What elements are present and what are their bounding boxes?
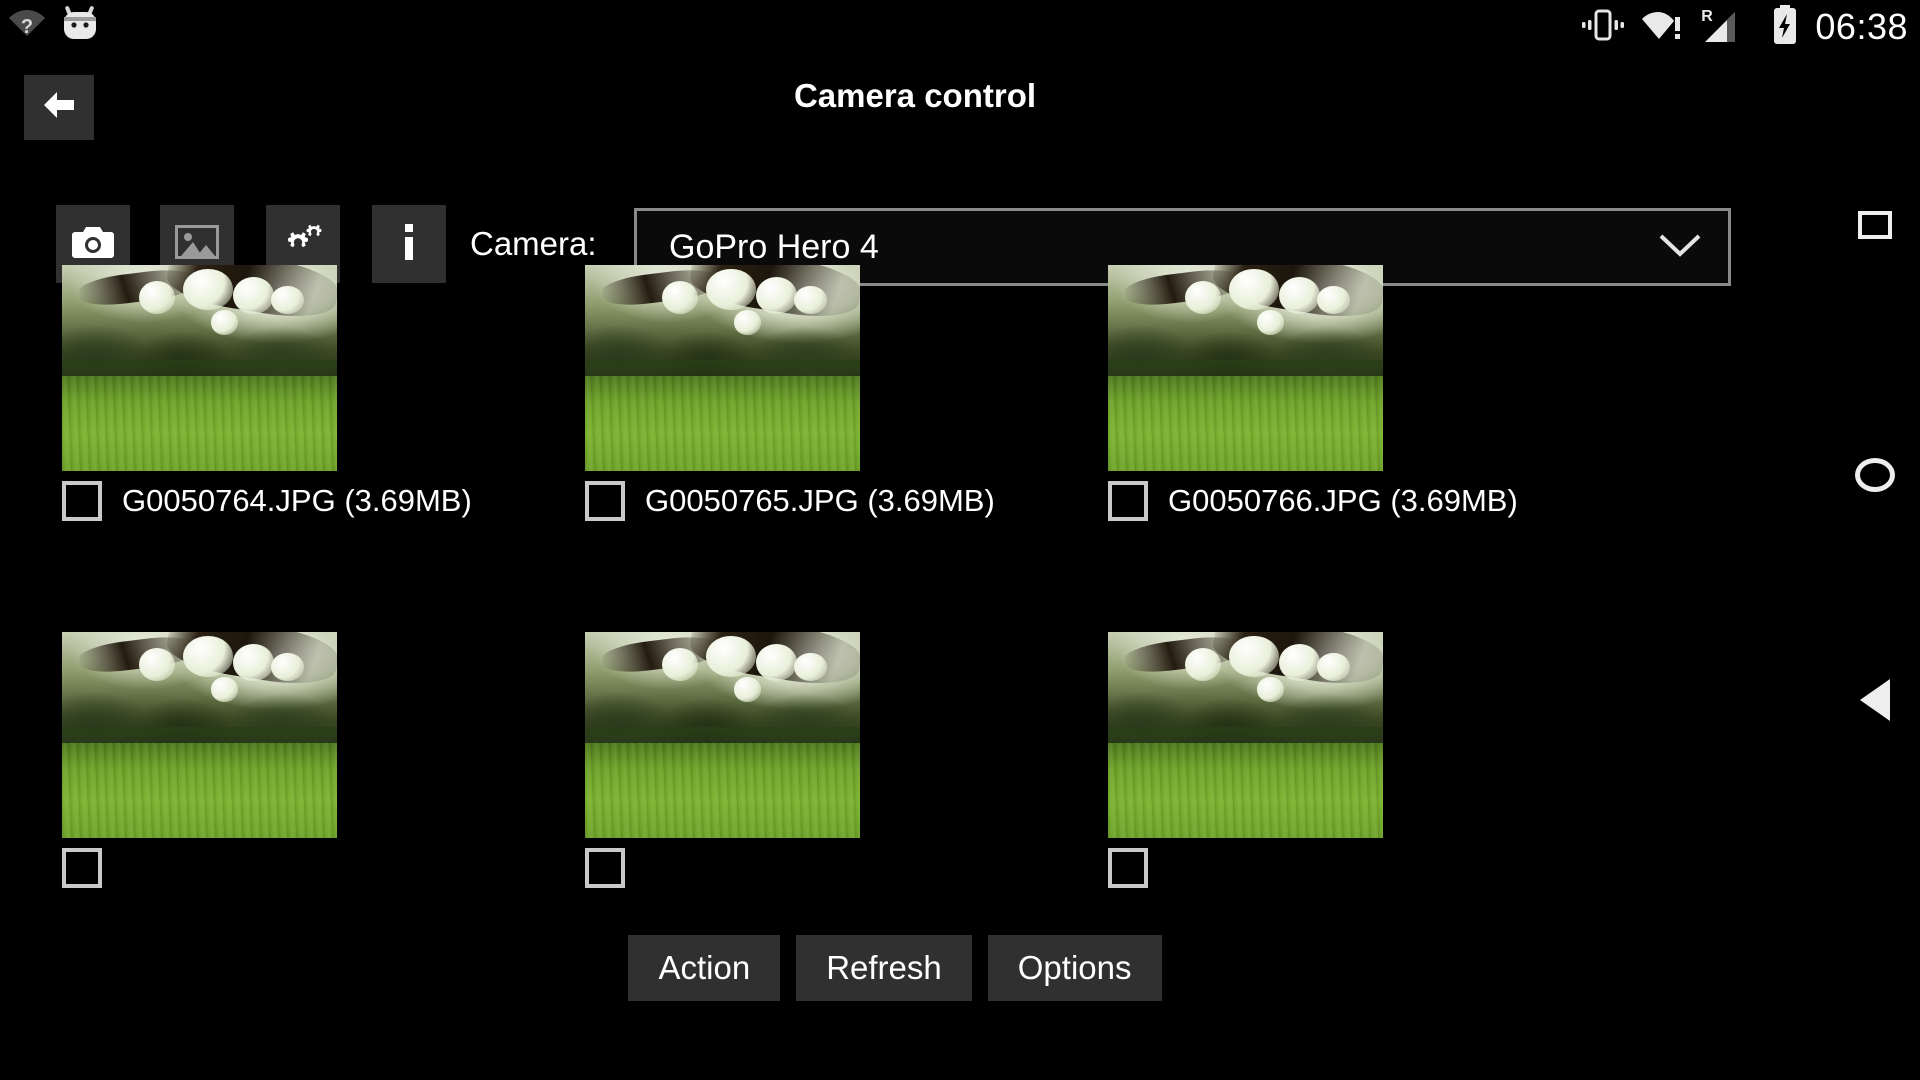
- status-bar: ? R 06:38: [0, 0, 1920, 55]
- wifi-alert-icon: [1641, 9, 1683, 46]
- page-title: Camera control: [793, 77, 1037, 114]
- file-thumbnail[interactable]: [585, 632, 860, 838]
- file-checkbox[interactable]: [62, 848, 102, 888]
- gallery-icon: [175, 224, 219, 264]
- file-name: G0050765.JPG (3.69MB): [645, 483, 995, 518]
- file-name: G0050764.JPG (3.69MB): [122, 483, 472, 518]
- status-bar-left-icons: ?: [8, 4, 100, 45]
- vibrate-icon: [1581, 8, 1625, 47]
- options-button[interactable]: Options: [987, 935, 1162, 1001]
- file-meta: [585, 848, 645, 888]
- file-meta: [1108, 848, 1168, 888]
- android-mascot-icon: [60, 4, 100, 45]
- camera-select-value: GoPro Hero 4: [669, 227, 879, 266]
- file-meta: G0050766.JPG (3.69MB): [1108, 481, 1518, 521]
- file-thumbnail[interactable]: [1108, 265, 1383, 471]
- camera-icon: [72, 225, 114, 264]
- file-item[interactable]: [585, 632, 1085, 888]
- file-grid: G0050764.JPG (3.69MB) G0050765.JPG (3.69…: [0, 265, 1790, 907]
- system-navigation-bar: [1830, 55, 1920, 1080]
- info-icon: [401, 223, 417, 265]
- circle-home-icon: [1855, 458, 1895, 492]
- file-checkbox[interactable]: [1108, 481, 1148, 521]
- screen: ? R 06:38 Camera control Camera: GoPro H…: [0, 0, 1920, 1080]
- file-meta: [62, 848, 122, 888]
- nav-recents-button[interactable]: [1830, 180, 1920, 270]
- file-name: G0050766.JPG (3.69MB): [1168, 483, 1518, 518]
- file-thumbnail[interactable]: [62, 265, 337, 471]
- chevron-down-icon: [1658, 232, 1702, 263]
- status-bar-clock: 06:38: [1815, 6, 1908, 47]
- roaming-signal-icon: R: [1699, 6, 1755, 49]
- roaming-label: R: [1702, 8, 1714, 25]
- file-checkbox[interactable]: [585, 848, 625, 888]
- file-checkbox[interactable]: [1108, 848, 1148, 888]
- nav-back-button[interactable]: [1830, 655, 1920, 745]
- refresh-button[interactable]: Refresh: [796, 935, 972, 1001]
- status-bar-right-icons: R 06:38: [1581, 2, 1908, 52]
- file-checkbox[interactable]: [62, 481, 102, 521]
- file-grid-row: G0050764.JPG (3.69MB) G0050765.JPG (3.69…: [0, 265, 1790, 540]
- gears-icon: [281, 224, 325, 265]
- action-button[interactable]: Action: [628, 935, 781, 1001]
- file-item[interactable]: G0050765.JPG (3.69MB): [585, 265, 1085, 521]
- file-thumbnail[interactable]: [62, 632, 337, 838]
- svg-text:?: ?: [21, 16, 33, 37]
- file-thumbnail[interactable]: [1108, 632, 1383, 838]
- wifi-question-icon: ?: [8, 7, 46, 42]
- file-meta: G0050765.JPG (3.69MB): [585, 481, 995, 521]
- file-item[interactable]: G0050764.JPG (3.69MB): [62, 265, 562, 521]
- square-recents-icon: [1858, 211, 1892, 239]
- file-item[interactable]: [62, 632, 562, 888]
- file-checkbox[interactable]: [585, 481, 625, 521]
- bottom-action-bar: Action Refresh Options: [0, 935, 1790, 1001]
- file-thumbnail[interactable]: [585, 265, 860, 471]
- camera-select-label: Camera:: [470, 225, 597, 262]
- triangle-back-icon: [1860, 679, 1890, 721]
- file-grid-row: [0, 632, 1790, 907]
- file-meta: G0050764.JPG (3.69MB): [62, 481, 472, 521]
- battery-charging-icon: [1771, 4, 1799, 50]
- action-bar: Camera control: [0, 55, 1830, 160]
- file-item[interactable]: G0050766.JPG (3.69MB): [1108, 265, 1608, 521]
- nav-home-button[interactable]: [1830, 430, 1920, 520]
- file-item[interactable]: [1108, 632, 1608, 888]
